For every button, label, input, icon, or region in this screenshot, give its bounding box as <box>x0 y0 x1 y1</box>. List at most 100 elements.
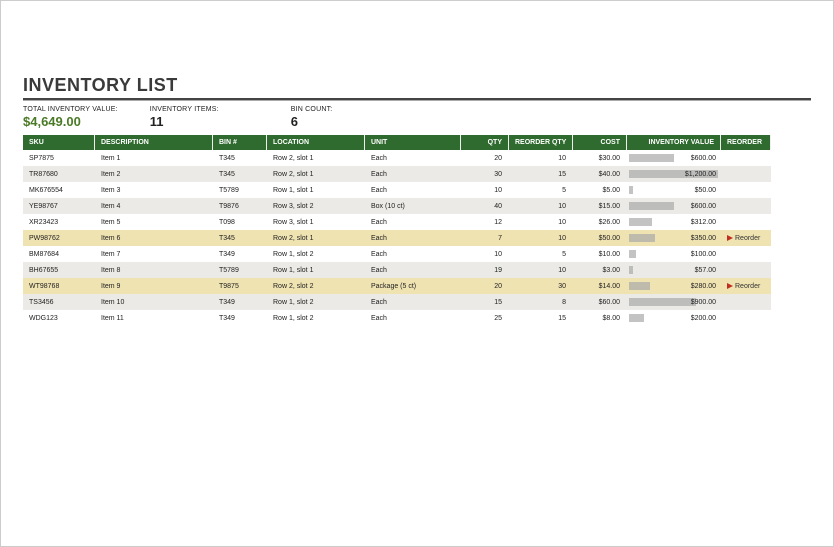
cell-qty[interactable]: 20 <box>461 150 509 166</box>
col-reorder[interactable]: REORDER <box>721 135 771 150</box>
cell-inv-value[interactable]: $600.00 <box>627 198 721 214</box>
cell-inv-value[interactable]: $100.00 <box>627 246 721 262</box>
cell-cost[interactable]: $30.00 <box>573 150 627 166</box>
cell-sku[interactable]: WT98768 <box>23 278 95 294</box>
cell-reorder[interactable] <box>721 294 771 310</box>
cell-inv-value[interactable]: $350.00 <box>627 230 721 246</box>
cell-description[interactable]: Item 1 <box>95 150 213 166</box>
cell-reorder[interactable] <box>721 150 771 166</box>
col-location[interactable]: LOCATION <box>267 135 365 150</box>
cell-reorder[interactable] <box>721 310 771 326</box>
col-qty[interactable]: QTY <box>461 135 509 150</box>
cell-bin[interactable]: T349 <box>213 294 267 310</box>
cell-unit[interactable]: Box (10 ct) <box>365 198 461 214</box>
cell-bin[interactable]: T345 <box>213 230 267 246</box>
cell-reorder-qty[interactable]: 30 <box>509 278 573 294</box>
col-description[interactable]: DESCRIPTION <box>95 135 213 150</box>
cell-unit[interactable]: Each <box>365 294 461 310</box>
cell-cost[interactable]: $8.00 <box>573 310 627 326</box>
cell-unit[interactable]: Each <box>365 262 461 278</box>
cell-qty[interactable]: 15 <box>461 294 509 310</box>
cell-description[interactable]: Item 10 <box>95 294 213 310</box>
cell-sku[interactable]: XR23423 <box>23 214 95 230</box>
cell-reorder-qty[interactable]: 10 <box>509 230 573 246</box>
cell-qty[interactable]: 20 <box>461 278 509 294</box>
cell-unit[interactable]: Each <box>365 150 461 166</box>
cell-qty[interactable]: 30 <box>461 166 509 182</box>
cell-qty[interactable]: 19 <box>461 262 509 278</box>
cell-reorder[interactable]: Reorder <box>721 230 771 246</box>
cell-description[interactable]: Item 9 <box>95 278 213 294</box>
cell-inv-value[interactable]: $50.00 <box>627 182 721 198</box>
cell-sku[interactable]: YE98767 <box>23 198 95 214</box>
cell-sku[interactable]: TS3456 <box>23 294 95 310</box>
cell-unit[interactable]: Each <box>365 214 461 230</box>
cell-location[interactable]: Row 1, slot 1 <box>267 182 365 198</box>
cell-unit[interactable]: Each <box>365 310 461 326</box>
cell-cost[interactable]: $14.00 <box>573 278 627 294</box>
col-cost[interactable]: COST <box>573 135 627 150</box>
cell-qty[interactable]: 40 <box>461 198 509 214</box>
cell-location[interactable]: Row 2, slot 1 <box>267 166 365 182</box>
cell-reorder-qty[interactable]: 10 <box>509 150 573 166</box>
cell-reorder-qty[interactable]: 10 <box>509 198 573 214</box>
cell-location[interactable]: Row 1, slot 2 <box>267 310 365 326</box>
cell-inv-value[interactable]: $57.00 <box>627 262 721 278</box>
cell-sku[interactable]: BH67655 <box>23 262 95 278</box>
cell-unit[interactable]: Each <box>365 166 461 182</box>
cell-description[interactable]: Item 4 <box>95 198 213 214</box>
cell-reorder-qty[interactable]: 8 <box>509 294 573 310</box>
cell-cost[interactable]: $50.00 <box>573 230 627 246</box>
cell-sku[interactable]: BM87684 <box>23 246 95 262</box>
cell-location[interactable]: Row 1, slot 2 <box>267 294 365 310</box>
cell-description[interactable]: Item 5 <box>95 214 213 230</box>
cell-bin[interactable]: T9875 <box>213 278 267 294</box>
cell-cost[interactable]: $15.00 <box>573 198 627 214</box>
cell-inv-value[interactable]: $900.00 <box>627 294 721 310</box>
cell-reorder[interactable] <box>721 246 771 262</box>
cell-reorder-qty[interactable]: 10 <box>509 214 573 230</box>
cell-inv-value[interactable]: $312.00 <box>627 214 721 230</box>
cell-inv-value[interactable]: $600.00 <box>627 150 721 166</box>
cell-bin[interactable]: T345 <box>213 166 267 182</box>
cell-reorder[interactable] <box>721 166 771 182</box>
col-bin[interactable]: BIN # <box>213 135 267 150</box>
cell-reorder[interactable] <box>721 214 771 230</box>
cell-description[interactable]: Item 7 <box>95 246 213 262</box>
cell-reorder-qty[interactable]: 15 <box>509 166 573 182</box>
cell-description[interactable]: Item 11 <box>95 310 213 326</box>
cell-bin[interactable]: T5789 <box>213 182 267 198</box>
cell-cost[interactable]: $3.00 <box>573 262 627 278</box>
cell-unit[interactable]: Each <box>365 246 461 262</box>
cell-sku[interactable]: SP7875 <box>23 150 95 166</box>
col-inv-value[interactable]: INVENTORY VALUE <box>627 135 721 150</box>
cell-bin[interactable]: T9876 <box>213 198 267 214</box>
cell-cost[interactable]: $10.00 <box>573 246 627 262</box>
cell-description[interactable]: Item 6 <box>95 230 213 246</box>
cell-description[interactable]: Item 8 <box>95 262 213 278</box>
cell-bin[interactable]: T349 <box>213 246 267 262</box>
cell-reorder[interactable] <box>721 182 771 198</box>
cell-reorder[interactable] <box>721 262 771 278</box>
cell-location[interactable]: Row 2, slot 1 <box>267 150 365 166</box>
cell-sku[interactable]: MK676554 <box>23 182 95 198</box>
cell-reorder-qty[interactable]: 5 <box>509 246 573 262</box>
cell-qty[interactable]: 7 <box>461 230 509 246</box>
cell-inv-value[interactable]: $200.00 <box>627 310 721 326</box>
col-sku[interactable]: SKU <box>23 135 95 150</box>
cell-reorder[interactable] <box>721 198 771 214</box>
cell-cost[interactable]: $40.00 <box>573 166 627 182</box>
cell-cost[interactable]: $60.00 <box>573 294 627 310</box>
cell-sku[interactable]: WDG123 <box>23 310 95 326</box>
cell-location[interactable]: Row 2, slot 2 <box>267 278 365 294</box>
cell-reorder[interactable]: Reorder <box>721 278 771 294</box>
cell-unit[interactable]: Each <box>365 182 461 198</box>
cell-location[interactable]: Row 1, slot 1 <box>267 262 365 278</box>
cell-location[interactable]: Row 3, slot 1 <box>267 214 365 230</box>
cell-qty[interactable]: 25 <box>461 310 509 326</box>
cell-bin[interactable]: T5789 <box>213 262 267 278</box>
cell-qty[interactable]: 10 <box>461 182 509 198</box>
cell-location[interactable]: Row 2, slot 1 <box>267 230 365 246</box>
cell-cost[interactable]: $26.00 <box>573 214 627 230</box>
cell-sku[interactable]: TR87680 <box>23 166 95 182</box>
